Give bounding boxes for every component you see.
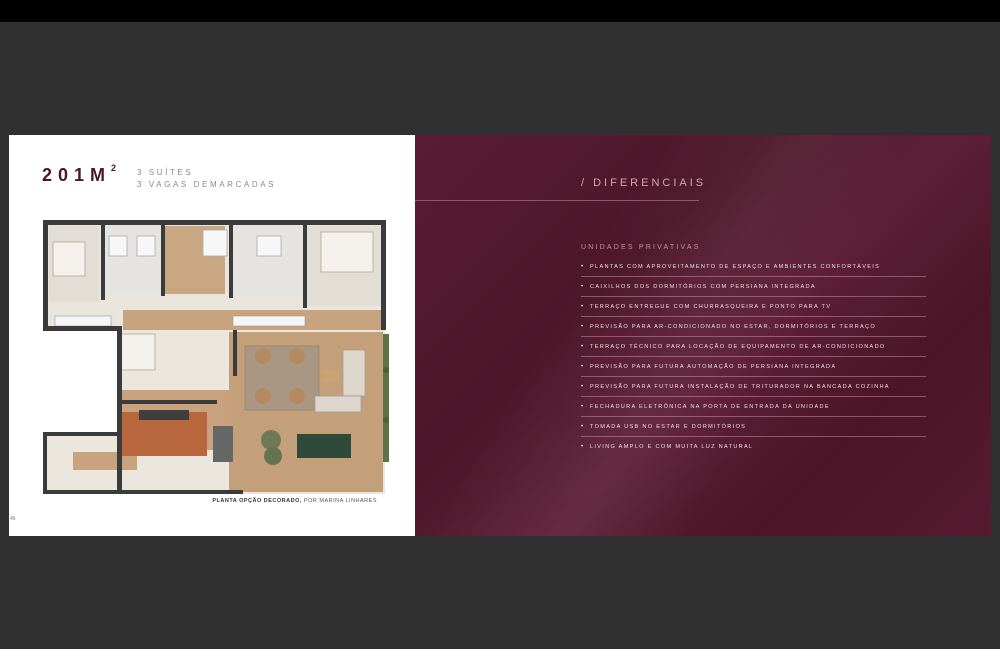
list-item: • PREVISÃO PARA FUTURA AUTOMAÇÃO DE PERSI…: [581, 357, 926, 377]
bullet-icon: •: [581, 323, 585, 330]
bullet-icon: •: [581, 423, 585, 430]
list-item: • LIVING AMPLO E COM MUITA LUZ NATURAL: [581, 443, 754, 450]
bullet-icon: •: [581, 383, 585, 390]
brochure-spread: 201M2 3 SUÍTES 3 VAGAS DEMARCADAS PLANTA…: [9, 135, 991, 536]
title-divider: [415, 200, 699, 201]
plan-caption: PLANTA OPÇÃO DECORADO, POR MARINA LINHAR…: [212, 498, 377, 504]
bullet-icon: •: [581, 263, 585, 270]
list-item: • PLANTAS COM APROVEITAMENTO DE ESPAÇO E …: [581, 257, 926, 277]
list-item: • FECHADURA ELETRÔNICA NA PORTA DE ENTRAD…: [581, 397, 926, 417]
list-item: • PREVISÃO PARA AR-CONDICIONADO NO ESTAR,…: [581, 317, 926, 337]
page-number: 46: [10, 516, 16, 522]
spec-parking: 3 VAGAS DEMARCADAS: [137, 180, 277, 189]
list-item: • TOMADA USB NO ESTAR E DORMITÓRIOS: [581, 417, 926, 437]
bullet-icon: •: [581, 403, 585, 410]
unit-size-superscript: 2: [111, 163, 117, 173]
top-bar: [0, 0, 1000, 22]
bullet-icon: •: [581, 443, 585, 450]
bullet-icon: •: [581, 283, 585, 290]
right-page: / DIFERENCIAIS UNIDADES PRIVATIVAS • PLAN…: [415, 135, 991, 536]
differentials-title: / DIFERENCIAIS: [581, 177, 707, 189]
unit-specs: 3 SUÍTES 3 VAGAS DEMARCADAS: [137, 167, 276, 191]
section-label: UNIDADES PRIVATIVAS: [581, 244, 701, 251]
unit-size-title: 201M2: [42, 163, 117, 186]
floor-plan-image: [43, 220, 389, 494]
unit-size: 201M: [42, 165, 112, 185]
list-item: • TERRAÇO TÉCNICO PARA LOCAÇÃO DE EQUIPAM…: [581, 337, 926, 357]
list-item: • TERRAÇO ENTREGUE COM CHURRASQUEIRA E PO…: [581, 297, 926, 317]
spec-suites: 3 SUÍTES: [137, 168, 194, 177]
plan-caption-author: POR MARINA LINHARES: [301, 498, 377, 504]
list-item: • PREVISÃO PARA FUTURA INSTALAÇÃO DE TRIT…: [581, 377, 926, 397]
features-list: • PLANTAS COM APROVEITAMENTO DE ESPAÇO E …: [581, 257, 926, 456]
left-page: 201M2 3 SUÍTES 3 VAGAS DEMARCADAS PLANTA…: [9, 135, 415, 536]
bullet-icon: •: [581, 363, 585, 370]
bullet-icon: •: [581, 343, 585, 350]
list-item: • CAIXILHOS DOS DORMITÓRIOS COM PERSIANA …: [581, 277, 926, 297]
plan-caption-bold: PLANTA OPÇÃO DECORADO,: [212, 498, 302, 504]
bullet-icon: •: [581, 303, 585, 310]
